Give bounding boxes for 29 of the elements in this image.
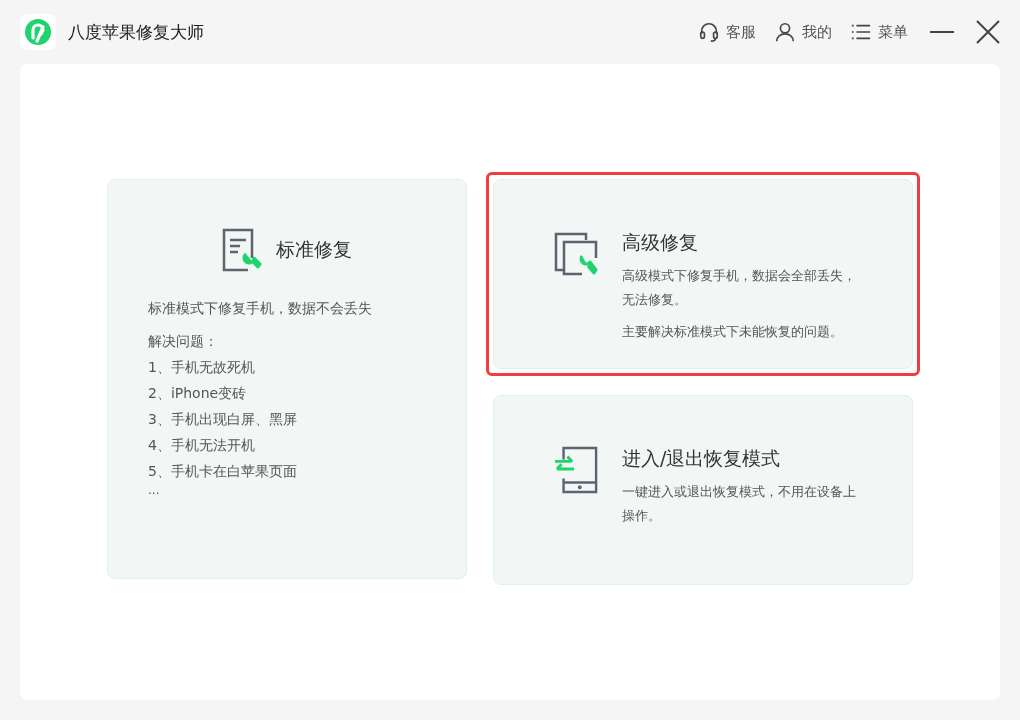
problem-item: 1、手机无故死机 — [148, 358, 256, 377]
copy-wrench-icon — [554, 230, 598, 278]
close-icon[interactable] — [976, 20, 1000, 44]
menu-button[interactable]: 菜单 — [848, 19, 910, 45]
card-description: 主要解决标准模式下未能恢复的问题。 — [622, 323, 844, 341]
problem-item: 4、手机无法开机 — [148, 436, 256, 455]
problem-item: 5、手机卡在白苹果页面 — [148, 462, 298, 481]
app-logo-icon — [20, 14, 56, 50]
list-heading: 解决问题： — [148, 332, 219, 351]
recovery-mode-card[interactable]: 进入/退出恢复模式 一键进入或退出恢复模式，不用在设备上操作。 — [493, 395, 913, 585]
card-title: 进入/退出恢复模式 — [622, 446, 782, 471]
user-icon — [774, 21, 796, 43]
window-title: 八度苹果修复大师 — [68, 20, 204, 44]
problem-item: 3、手机出现白屏、黑屏 — [148, 410, 298, 429]
document-wrench-icon — [222, 228, 262, 272]
support-button[interactable]: 客服 — [696, 19, 758, 45]
card-title: 标准修复 — [276, 237, 352, 262]
minimize-icon[interactable] — [930, 30, 954, 34]
card-title: 高级修复 — [622, 230, 699, 255]
problem-item: 2、iPhone变砖 — [148, 384, 248, 403]
advanced-repair-card[interactable]: 高级修复 高级模式下修复手机，数据会全部丢失，无法修复。 主要解决标准模式下未能恢复的问题。 — [493, 179, 913, 369]
account-button[interactable]: 我的 — [772, 19, 834, 45]
standard-repair-card[interactable]: 标准修复 标准模式下修复手机，数据不会丢失 解决问题： 1、手机无故死机 2、iPhone变砖 3、手机出现白屏、黑屏 4、手机无法开机 5、手机卡在白苹果页面 ... — [107, 179, 467, 579]
card-description: 高级模式下修复手机，数据会全部丢失，无法修复。 — [622, 267, 857, 309]
card-description: 标准模式下修复手机，数据不会丢失 — [148, 300, 373, 318]
more-ellipsis: ... — [148, 484, 161, 496]
headset-icon — [698, 21, 720, 43]
card-description: 一键进入或退出恢复模式，不用在设备上操作。 — [622, 483, 857, 525]
tablet-arrows-icon — [554, 446, 598, 494]
